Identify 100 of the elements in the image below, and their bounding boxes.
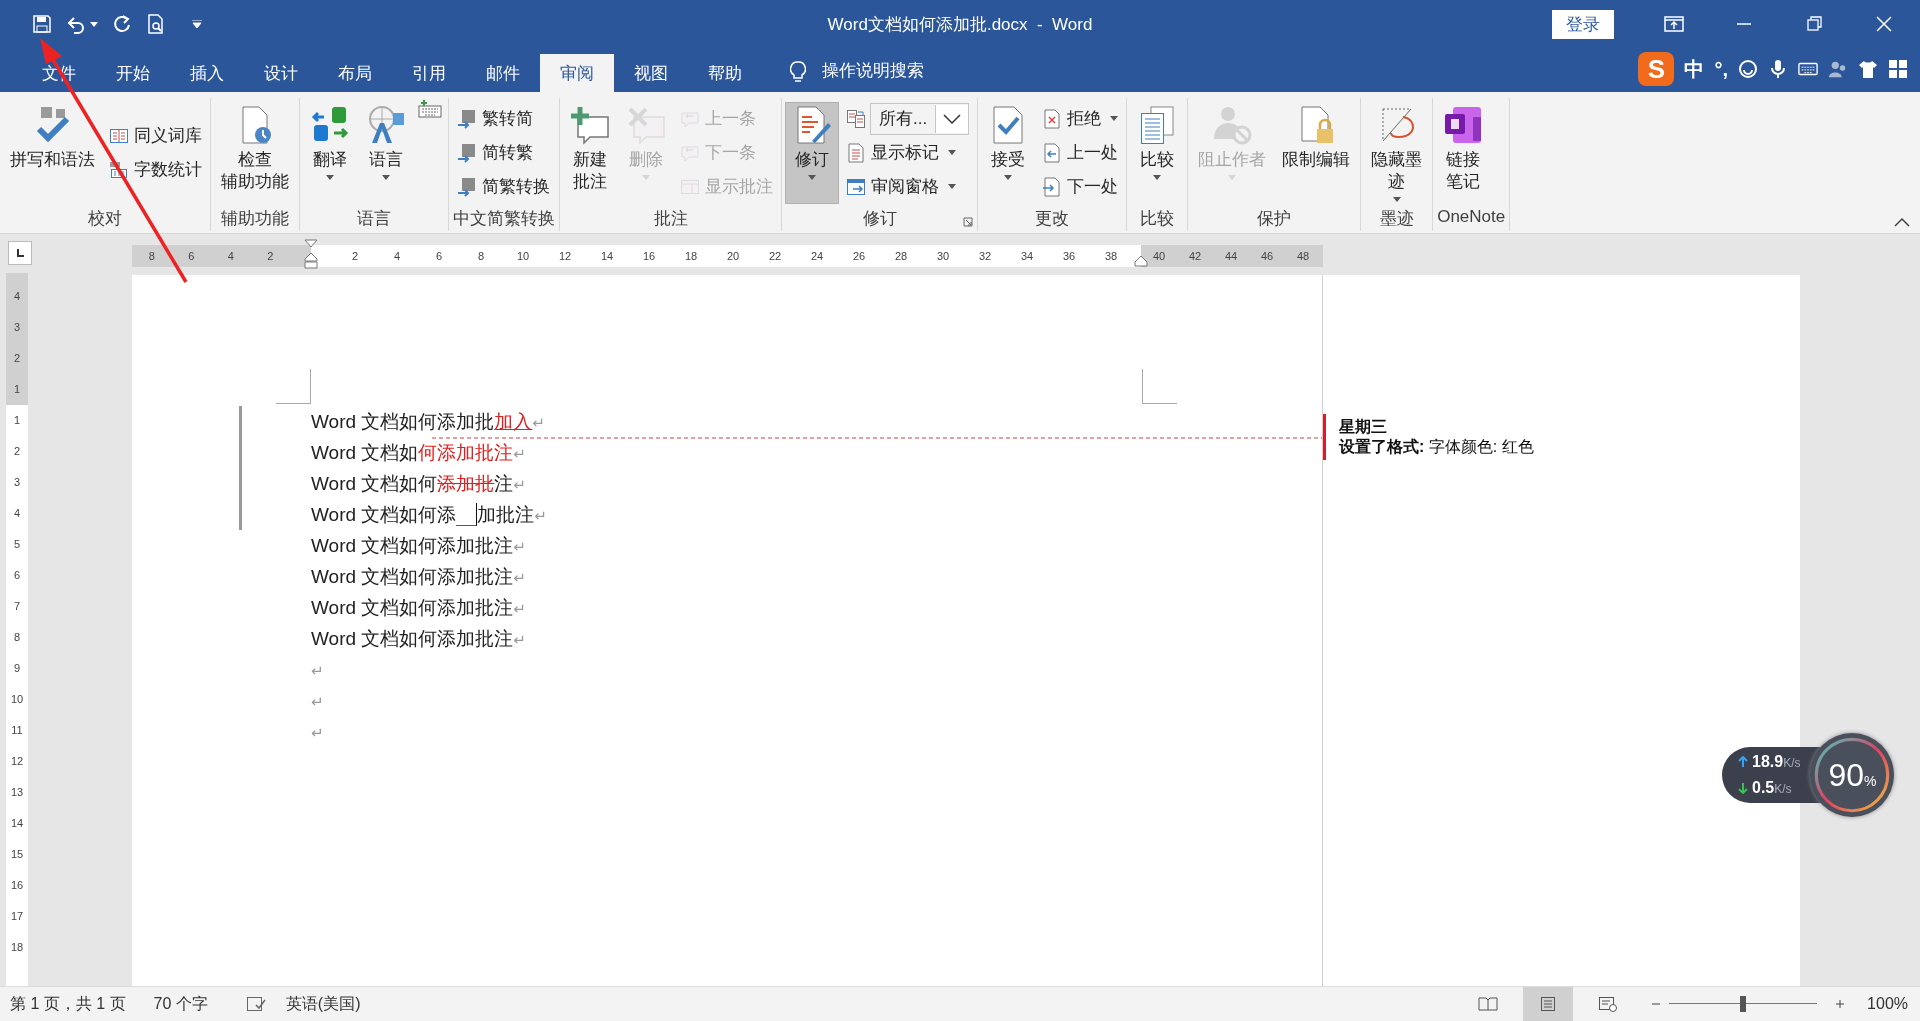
dialog-launcher-icon[interactable]: [963, 217, 974, 227]
ribbon-button[interactable]: 拒绝: [1038, 102, 1123, 135]
zoom-level[interactable]: 100%: [1867, 995, 1908, 1013]
ribbon-button[interactable]: 简转繁: [453, 136, 554, 169]
ruler-number: 4: [226, 250, 235, 262]
word-count[interactable]: 70 个字: [153, 993, 208, 1015]
grid-icon[interactable]: [1888, 59, 1908, 79]
chevron-up-icon[interactable]: [1894, 217, 1910, 227]
indent-marker[interactable]: [304, 239, 318, 269]
upload-speed: 18.9K/s: [1752, 753, 1801, 771]
document-left-arrow-icon: [1042, 142, 1063, 163]
group-label: 语言: [357, 209, 391, 228]
ruler-number: 18: [683, 250, 699, 262]
tell-me-search[interactable]: 操作说明搜索: [822, 59, 924, 82]
close-icon[interactable]: [1874, 16, 1894, 32]
ribbon-tab[interactable]: 审阅: [540, 54, 614, 92]
print-layout-button[interactable]: [1523, 987, 1574, 1021]
ribbon-tab[interactable]: 引用: [392, 54, 466, 92]
ribbon-button[interactable]: 审阅窗格: [842, 170, 974, 203]
ribbon-tab[interactable]: 开始: [96, 54, 170, 92]
lightbulb-icon[interactable]: [790, 61, 806, 83]
shirt-icon[interactable]: [1858, 59, 1878, 79]
person-block-icon: [1212, 104, 1253, 145]
comment-plus-icon: [570, 104, 610, 145]
ruler-number: 42: [1187, 250, 1203, 262]
caret-icon: [1004, 174, 1013, 180]
ribbon-button[interactable]: 语言: [360, 102, 412, 203]
ruler-number: 34: [1019, 250, 1035, 262]
ribbon-button[interactable]: 比较: [1131, 102, 1184, 203]
microphone-icon[interactable]: [1768, 59, 1788, 79]
indent-marker[interactable]: [1134, 255, 1148, 267]
ribbon-display-icon[interactable]: [1664, 16, 1684, 32]
document-cross-icon: [1042, 108, 1063, 129]
zoom-slider[interactable]: [1669, 996, 1818, 1012]
ribbon-button[interactable]: 上一处: [1038, 136, 1123, 169]
caret-icon: [326, 174, 334, 180]
ribbon-button[interactable]: 翻译: [304, 102, 356, 203]
ribbon-button[interactable]: 隐藏墨 迹: [1365, 102, 1429, 203]
ribbon-button[interactable]: 限制编辑: [1276, 102, 1357, 203]
caret-icon[interactable]: [90, 21, 98, 27]
redo-icon[interactable]: [112, 14, 132, 34]
ribbon-tab[interactable]: 邮件: [466, 54, 540, 92]
document-line: Word 文档如何添加批注↵: [311, 534, 526, 558]
proofing-icon[interactable]: [245, 995, 266, 1013]
group-label: 校对: [88, 209, 122, 228]
ribbon-button[interactable]: 新建 批注: [564, 102, 616, 203]
ruler-number: 5: [12, 537, 22, 552]
tab-selector[interactable]: [8, 241, 32, 265]
ruler-number: 13: [9, 785, 25, 800]
ribbon-tab[interactable]: 布局: [318, 54, 392, 92]
markup-dropdown[interactable]: 所有...: [870, 102, 970, 135]
group-label: 批注: [653, 209, 688, 228]
people-icon[interactable]: [1828, 59, 1848, 79]
documents-arrows-icon: [846, 108, 866, 129]
ruler-number: 3: [12, 475, 22, 490]
ruler-number: 32: [977, 250, 993, 262]
ruler-number: 9: [12, 661, 22, 676]
print-preview-icon[interactable]: [146, 14, 166, 34]
character-arrow-icon: [457, 176, 477, 197]
ribbon-button[interactable]: 检查 辅助功能: [215, 102, 295, 203]
chevron-down-icon[interactable]: [935, 104, 969, 133]
ribbon-tab[interactable]: 插入: [170, 54, 244, 92]
language-indicator[interactable]: 英语(美国): [285, 993, 361, 1015]
ribbon-button[interactable]: 繁转简: [453, 102, 554, 135]
ribbon-button[interactable]: 同义词库: [105, 119, 206, 152]
ribbon-tab[interactable]: 帮助: [688, 54, 762, 92]
caret-icon: [948, 150, 956, 155]
ribbon-button[interactable]: 链接 笔记: [1437, 102, 1490, 203]
ribbon-button[interactable]: 修订: [786, 102, 838, 203]
ribbon-button[interactable]: 下一处: [1038, 170, 1123, 203]
undo-icon[interactable]: [66, 14, 86, 34]
punctuation-toggle[interactable]: °,: [1714, 57, 1728, 81]
document-line: Word 文档如何添加批注↵: [311, 441, 526, 465]
ribbon-button[interactable]: 字数统计: [105, 153, 206, 186]
slider-thumb[interactable]: [1740, 996, 1747, 1012]
caret-icon: [948, 184, 956, 189]
restore-icon[interactable]: [1804, 16, 1824, 32]
input-mode-toggle[interactable]: 中: [1684, 55, 1705, 83]
ribbon-button[interactable]: 简繁转换: [453, 170, 554, 203]
group-label: 墨迹: [1379, 209, 1414, 228]
smiley-icon[interactable]: [1738, 59, 1758, 79]
ruler-number: 15: [9, 847, 25, 862]
ruler-number: 17: [9, 909, 25, 924]
ribbon-tab[interactable]: 视图: [614, 54, 688, 92]
ruler-number: 12: [557, 250, 573, 262]
ribbon-button[interactable]: 显示标记: [842, 136, 974, 169]
page-count[interactable]: 第 1 页，共 1 页: [10, 993, 126, 1015]
ribbon-button[interactable]: 拼写和语法: [4, 102, 101, 203]
corner-mark: [276, 369, 311, 404]
document-line: Word 文档如何添加批注↵: [311, 596, 526, 620]
zoom-in-icon[interactable]: [1835, 999, 1846, 1009]
group-label: 比较: [1140, 209, 1175, 228]
login-button[interactable]: 登录: [1552, 9, 1614, 39]
customize-caret-icon[interactable]: [192, 20, 202, 28]
ribbon-button[interactable]: 接受: [982, 102, 1035, 203]
save-icon[interactable]: [32, 14, 52, 34]
ruler-number: 1: [12, 413, 22, 428]
ribbon-tab[interactable]: 设计: [244, 54, 318, 92]
ruler-number: 2: [12, 444, 22, 459]
caret-icon: [1228, 174, 1237, 180]
